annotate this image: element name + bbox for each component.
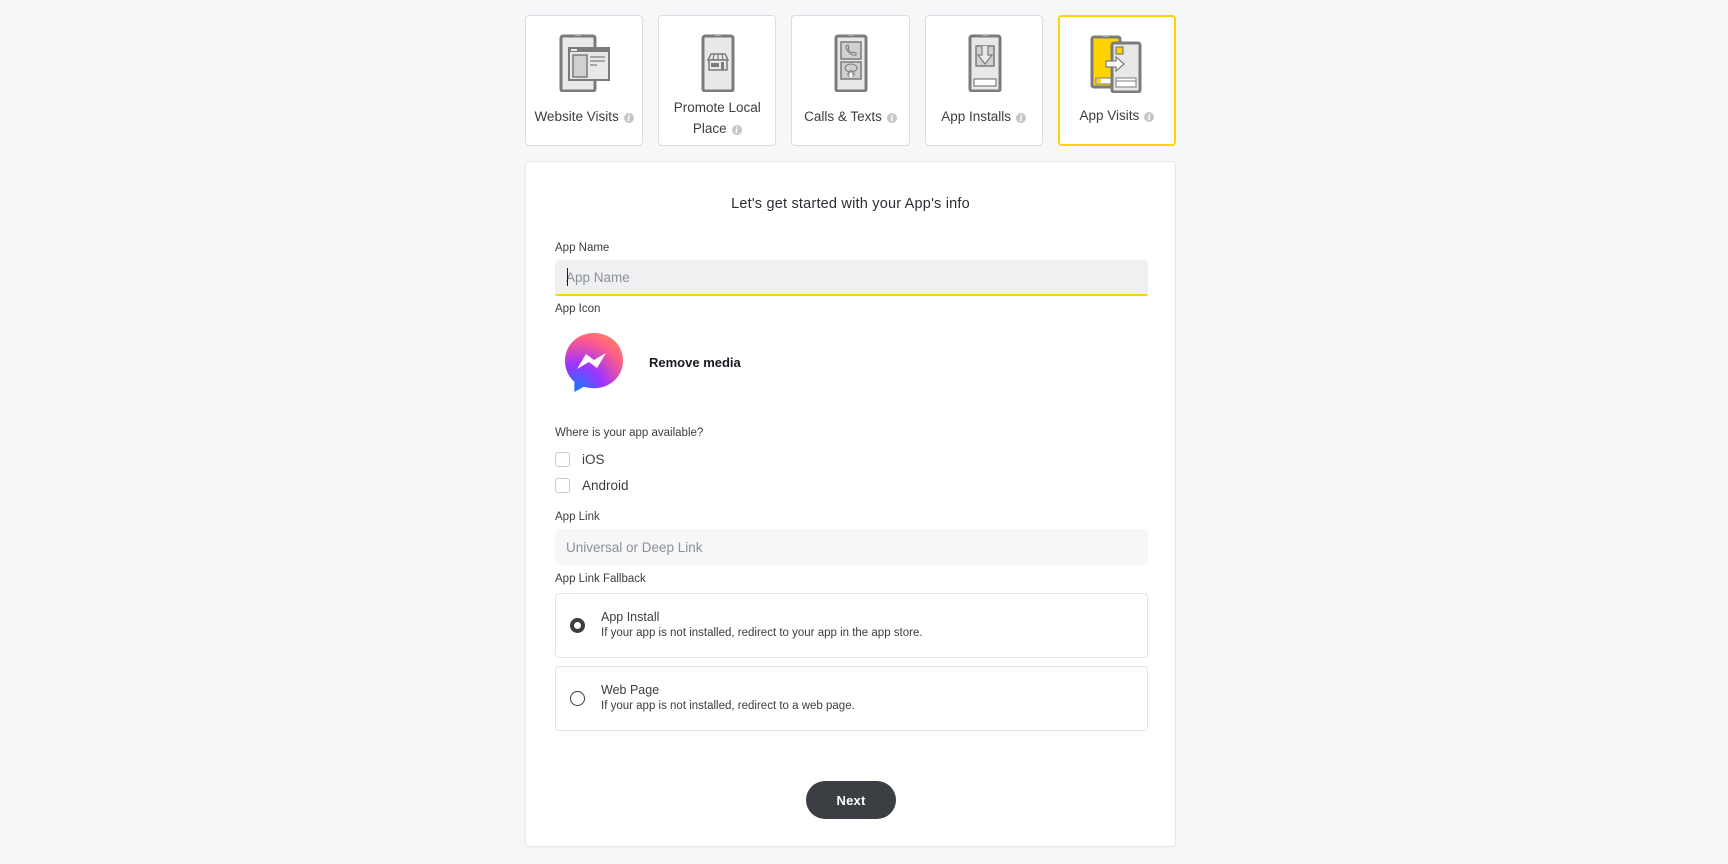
info-icon[interactable]: i bbox=[731, 125, 742, 135]
option-description: If your app is not installed, redirect t… bbox=[601, 700, 855, 712]
web-page-radio[interactable] bbox=[570, 691, 585, 706]
storefront-icon bbox=[689, 34, 745, 92]
tile-label: App Installs bbox=[941, 109, 1012, 124]
remove-media-button[interactable]: Remove media bbox=[649, 355, 741, 370]
app-install-radio[interactable] bbox=[570, 618, 585, 633]
download-icon bbox=[956, 34, 1012, 92]
tile-label: Calls & Texts bbox=[804, 109, 882, 124]
info-icon[interactable]: i bbox=[1144, 112, 1155, 122]
tile-app-visits[interactable]: App Visits i bbox=[1057, 15, 1176, 146]
tile-website-visits[interactable]: Website Visits i bbox=[525, 15, 644, 146]
tile-calls-texts[interactable]: Calls & Texts i bbox=[791, 15, 910, 146]
ios-checkbox[interactable] bbox=[555, 452, 570, 467]
info-icon[interactable]: i bbox=[886, 113, 897, 123]
app-visits-icon bbox=[1089, 35, 1145, 93]
next-button[interactable]: Next bbox=[806, 781, 896, 819]
form-heading: Let's get started with your App's info bbox=[731, 196, 970, 212]
app-name-input[interactable] bbox=[555, 260, 1148, 296]
website-visits-icon bbox=[556, 34, 612, 92]
messenger-app-icon bbox=[564, 332, 624, 394]
tile-label: App Visits bbox=[1079, 108, 1140, 123]
option-description: If your app is not installed, redirect t… bbox=[601, 627, 923, 639]
objective-selector: Website Visits i Promote Local Place i C… bbox=[525, 15, 1176, 146]
tile-label: Website Visits bbox=[534, 109, 619, 124]
app-info-form: Let's get started with your App's info A… bbox=[525, 161, 1176, 847]
ios-checkbox-row[interactable]: iOS bbox=[555, 452, 605, 467]
availability-label: Where is your app available? bbox=[555, 427, 704, 439]
tile-app-installs[interactable]: App Installs i bbox=[924, 15, 1043, 146]
android-label: Android bbox=[582, 478, 629, 493]
info-icon[interactable]: i bbox=[1016, 113, 1027, 123]
fallback-option-web-page[interactable]: Web Page If your app is not installed, r… bbox=[555, 666, 1148, 731]
fallback-label: App Link Fallback bbox=[555, 573, 646, 585]
app-link-label: App Link bbox=[555, 511, 600, 523]
ios-label: iOS bbox=[582, 452, 605, 467]
option-title: App Install bbox=[601, 610, 660, 624]
option-title: Web Page bbox=[601, 683, 660, 697]
phone-chat-icon bbox=[822, 34, 878, 92]
tile-promote-local-place[interactable]: Promote Local Place i bbox=[658, 15, 777, 146]
tile-label: Promote Local Place bbox=[673, 100, 761, 136]
fallback-option-app-install[interactable]: App Install If your app is not installed… bbox=[555, 593, 1148, 658]
text-cursor bbox=[567, 268, 568, 286]
objective-tiles: Website Visits i Promote Local Place i C… bbox=[525, 15, 1176, 146]
android-checkbox-row[interactable]: Android bbox=[555, 478, 629, 493]
app-link-input[interactable] bbox=[555, 529, 1148, 565]
android-checkbox[interactable] bbox=[555, 478, 570, 493]
info-icon[interactable]: i bbox=[623, 113, 634, 123]
app-icon-label: App Icon bbox=[555, 303, 601, 315]
app-name-label: App Name bbox=[555, 242, 610, 254]
